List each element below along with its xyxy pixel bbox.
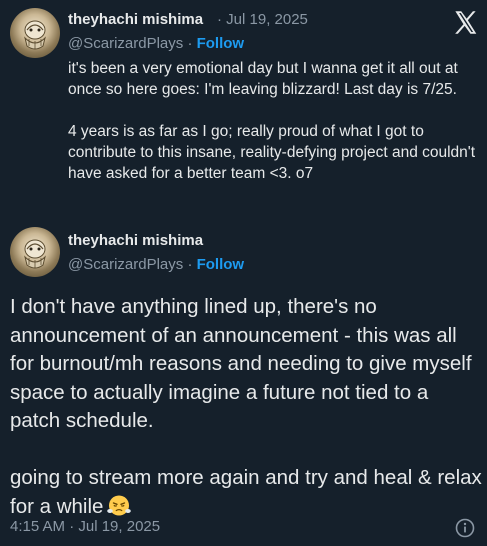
tweet-date[interactable]: · Jul 19, 2025 — [217, 11, 308, 28]
info-icon[interactable] — [454, 517, 476, 539]
author-handle-row: @ScarizardPlays · Follow — [68, 256, 244, 273]
tweet-paragraph: I don't have anything lined up, there's … — [10, 295, 472, 432]
avatar-image — [24, 20, 46, 50]
quoted-tweet-text: it's been a very emotional day but I wan… — [68, 58, 480, 184]
tweet-paragraph-text: going to stream more again and try and h… — [10, 466, 482, 518]
separator: · — [217, 11, 222, 28]
follow-button[interactable]: Follow — [197, 35, 245, 52]
avatar[interactable] — [10, 227, 60, 277]
tweet-paragraph-with-emoji: going to stream more again and try and h… — [10, 464, 482, 521]
avatar[interactable] — [10, 8, 60, 58]
face-with-steam-emoji — [107, 493, 132, 517]
author-name[interactable]: theyhachi mishima — [68, 232, 203, 249]
tweet-timestamp[interactable]: 4:15 AM · Jul 19, 2025 — [10, 518, 160, 535]
author-handle-row: @ScarizardPlays · Follow — [68, 35, 244, 52]
avatar-image — [24, 239, 46, 269]
tweet-paragraph: 4 years is as far as I go; really proud … — [68, 123, 476, 182]
author-name[interactable]: theyhachi mishima — [68, 11, 203, 28]
separator: · — [187, 35, 193, 52]
separator: · — [187, 256, 193, 273]
follow-button[interactable]: Follow — [197, 256, 245, 273]
x-logo-icon[interactable] — [452, 9, 479, 36]
author-handle[interactable]: @ScarizardPlays — [68, 256, 183, 273]
date-text: Jul 19, 2025 — [226, 11, 308, 28]
author-handle[interactable]: @ScarizardPlays — [68, 35, 183, 52]
tweet-paragraph: it's been a very emotional day but I wan… — [68, 60, 458, 98]
main-tweet-text: I don't have anything lined up, there's … — [10, 293, 482, 521]
